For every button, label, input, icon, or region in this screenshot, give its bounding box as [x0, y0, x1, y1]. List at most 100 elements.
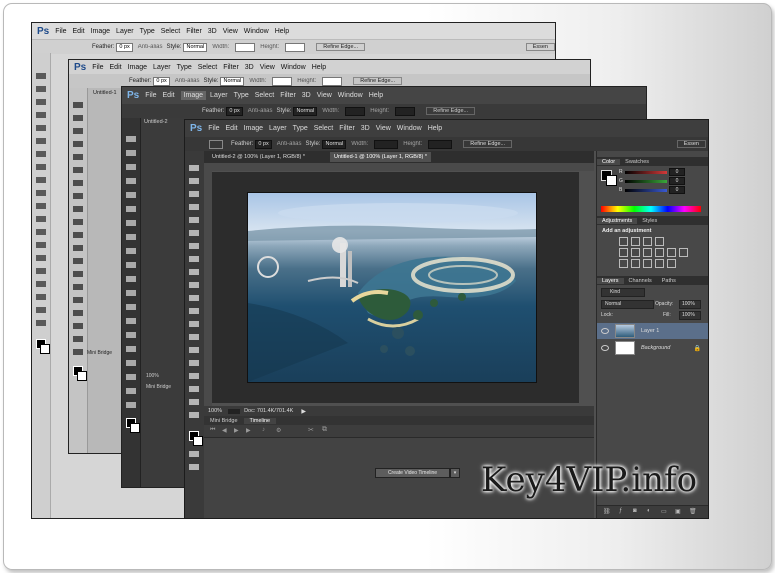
- document-tab[interactable]: Untitled-1: [93, 90, 117, 96]
- brush-tool-icon[interactable]: [189, 256, 199, 262]
- history-brush-tool-icon[interactable]: [126, 262, 136, 268]
- eyedropper-tool-icon[interactable]: [36, 138, 46, 144]
- menu-view[interactable]: View: [260, 64, 281, 71]
- menu-layer[interactable]: Layer: [210, 92, 234, 99]
- tab-channels[interactable]: Channels: [624, 278, 657, 284]
- refine-edge-button[interactable]: Refine Edge...: [316, 43, 366, 51]
- marquee-tool-icon[interactable]: [73, 115, 83, 121]
- menu-file[interactable]: File: [55, 28, 72, 35]
- color-spectrum-bar[interactable]: [601, 206, 701, 212]
- link-layers-icon[interactable]: ⛓: [603, 508, 611, 515]
- type-tool-icon[interactable]: [189, 360, 199, 366]
- refine-edge-button[interactable]: Refine Edge...: [426, 107, 476, 115]
- exposure-icon[interactable]: [655, 237, 664, 246]
- feather-input[interactable]: 0 px: [255, 139, 272, 149]
- menu-file[interactable]: File: [92, 64, 109, 71]
- menu-window[interactable]: Window: [281, 64, 312, 71]
- new-adjustment-icon[interactable]: ◐: [647, 508, 651, 514]
- posterize-icon[interactable]: [631, 259, 640, 268]
- marquee-tool-icon[interactable]: [189, 178, 199, 184]
- black-white-icon[interactable]: [655, 248, 664, 257]
- healing-tool-icon[interactable]: [126, 220, 136, 226]
- blend-mode-select[interactable]: Normal: [601, 300, 654, 309]
- workspace-switcher[interactable]: Essen: [525, 43, 555, 51]
- shape-tool-icon[interactable]: [126, 374, 136, 380]
- crop-tool-icon[interactable]: [73, 154, 83, 160]
- quick-select-tool-icon[interactable]: [189, 204, 199, 210]
- menu-view[interactable]: View: [223, 28, 244, 35]
- menu-filter[interactable]: Filter: [186, 28, 208, 35]
- hand-tool-icon[interactable]: [36, 307, 46, 313]
- hue-saturation-icon[interactable]: [631, 248, 640, 257]
- brightness-contrast-icon[interactable]: [619, 237, 628, 246]
- blur-tool-icon[interactable]: [73, 258, 83, 264]
- layer-row-background[interactable]: Background 🔒: [597, 340, 708, 356]
- healing-tool-icon[interactable]: [73, 180, 83, 186]
- gradient-map-icon[interactable]: [667, 259, 676, 268]
- stamp-tool-icon[interactable]: [36, 177, 46, 183]
- refine-edge-button[interactable]: Refine Edge...: [463, 140, 513, 148]
- menu-view[interactable]: View: [317, 92, 338, 99]
- first-frame-icon[interactable]: ⏮: [210, 427, 215, 434]
- play-icon[interactable]: ▶: [234, 427, 239, 434]
- eyedropper-tool-icon[interactable]: [126, 206, 136, 212]
- history-brush-tool-icon[interactable]: [36, 190, 46, 196]
- menu-type[interactable]: Type: [177, 64, 198, 71]
- style-select[interactable]: Normal: [293, 106, 318, 116]
- anti-alias-checkbox[interactable]: Anti-alias: [175, 78, 200, 84]
- lasso-tool-icon[interactable]: [189, 191, 199, 197]
- menu-file[interactable]: File: [145, 92, 162, 99]
- workspace-switcher[interactable]: Essen: [676, 140, 706, 148]
- quick-select-tool-icon[interactable]: [73, 141, 83, 147]
- eraser-tool-icon[interactable]: [73, 232, 83, 238]
- tab-adjustments[interactable]: Adjustments: [597, 217, 638, 224]
- menu-image[interactable]: Image: [128, 64, 153, 71]
- split-clip-icon[interactable]: ✂: [308, 426, 314, 434]
- healing-tool-icon[interactable]: [189, 243, 199, 249]
- red-slider[interactable]: [625, 171, 667, 174]
- menu-help[interactable]: Help: [312, 64, 332, 71]
- stamp-tool-icon[interactable]: [73, 206, 83, 212]
- menu-image[interactable]: Image: [180, 91, 207, 100]
- eraser-tool-icon[interactable]: [189, 295, 199, 301]
- tab-color[interactable]: Color: [597, 158, 621, 165]
- canvas-photo[interactable]: [247, 192, 537, 383]
- style-select[interactable]: Normal: [183, 42, 208, 52]
- menu-view[interactable]: View: [376, 125, 397, 132]
- move-tool-icon[interactable]: [126, 136, 136, 142]
- lasso-tool-icon[interactable]: [73, 128, 83, 134]
- type-tool-icon[interactable]: [36, 268, 46, 274]
- menu-edit[interactable]: Edit: [110, 64, 128, 71]
- anti-alias-checkbox[interactable]: Anti-alias: [138, 44, 163, 50]
- anti-alias-checkbox[interactable]: Anti-alias: [248, 108, 273, 114]
- menu-select[interactable]: Select: [314, 125, 339, 132]
- dodge-tool-icon[interactable]: [189, 334, 199, 340]
- menu-type[interactable]: Type: [293, 125, 314, 132]
- red-value[interactable]: 0: [669, 168, 685, 176]
- feather-input[interactable]: 0 px: [153, 76, 170, 86]
- history-brush-tool-icon[interactable]: [73, 219, 83, 225]
- menu-type[interactable]: Type: [140, 28, 161, 35]
- transition-icon[interactable]: ⧉: [322, 426, 327, 434]
- zoom-level[interactable]: 100%: [204, 408, 228, 414]
- color-balance-icon[interactable]: [643, 248, 652, 257]
- path-select-tool-icon[interactable]: [126, 360, 136, 366]
- dodge-tool-icon[interactable]: [73, 271, 83, 277]
- feather-input[interactable]: 0 px: [226, 106, 243, 116]
- height-input[interactable]: [428, 139, 453, 149]
- blur-tool-icon[interactable]: [36, 229, 46, 235]
- type-tool-icon[interactable]: [73, 297, 83, 303]
- delete-layer-icon[interactable]: 🗑: [689, 508, 697, 515]
- new-layer-icon[interactable]: ▣: [675, 508, 681, 515]
- crop-tool-icon[interactable]: [36, 125, 46, 131]
- anti-alias-checkbox[interactable]: Anti-alias: [277, 141, 302, 147]
- hand-tool-icon[interactable]: [126, 388, 136, 394]
- tab-swatches[interactable]: Swatches: [620, 159, 654, 165]
- shape-tool-icon[interactable]: [36, 294, 46, 300]
- vibrance-icon[interactable]: [619, 248, 628, 257]
- brush-tool-icon[interactable]: [36, 164, 46, 170]
- crop-tool-icon[interactable]: [189, 217, 199, 223]
- zoom-tool-icon[interactable]: [126, 402, 136, 408]
- background-color-swatch[interactable]: [40, 344, 50, 354]
- menu-layer[interactable]: Layer: [269, 125, 293, 132]
